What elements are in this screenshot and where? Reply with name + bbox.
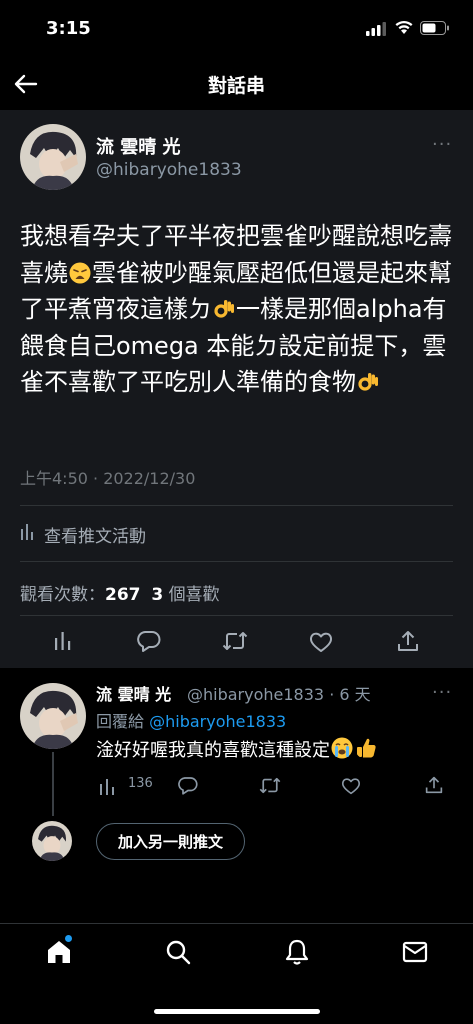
share-icon[interactable]: [397, 629, 419, 653]
bar-chart-icon[interactable]: [52, 630, 74, 652]
wifi-icon: [395, 20, 413, 34]
reply-author-handle-and-time[interactable]: @hibaryohe1833 · 6 天: [187, 681, 371, 705]
tweet-text: 我想看孕夫了平半夜把雲雀吵醒說想吃壽喜燒 雲雀被吵醒氣壓超低但還是起來幫了平煮宵夜…: [20, 218, 460, 401]
reply-text: 淦好好喔我真的喜歡這種設定: [96, 736, 378, 762]
bell-icon[interactable]: [284, 938, 310, 966]
home-indicator: [154, 1009, 320, 1014]
notification-dot: [65, 935, 72, 942]
reply-views-count: 136: [128, 776, 153, 791]
replying-to-label: 回覆給: [96, 712, 145, 731]
speech-bubble-icon[interactable]: [137, 630, 161, 652]
heart-icon[interactable]: [309, 631, 333, 653]
battery-icon: [420, 21, 449, 35]
avatar[interactable]: [20, 124, 86, 190]
replying-to: 回覆給 @hibaryohe1833: [96, 708, 286, 732]
views-label: 觀看次數：: [20, 585, 105, 605]
reply-time: · 6 天: [329, 685, 371, 704]
crying-face-emoji-icon: [331, 737, 353, 759]
tweet-timestamp: 上午4:50 · 2022/12/30: [20, 469, 196, 488]
search-icon[interactable]: [165, 939, 191, 965]
view-tweet-activity-link[interactable]: 查看推文活動: [44, 522, 146, 547]
heart-icon[interactable]: [341, 777, 361, 795]
thread-line: [52, 752, 54, 816]
views-count: 267: [105, 585, 141, 605]
page-title: 對話串: [207, 75, 265, 97]
more-options-icon[interactable]: ···: [432, 134, 452, 155]
divider: [20, 615, 453, 616]
divider: [20, 561, 453, 562]
add-another-tweet-button[interactable]: 加入另一則推文: [96, 823, 245, 860]
author-name[interactable]: 流 雲晴 光: [96, 133, 181, 159]
reply-author-handle[interactable]: @hibaryohe1833: [187, 685, 324, 704]
weary-face-emoji-icon: [69, 262, 91, 283]
share-icon[interactable]: [425, 775, 443, 795]
home-icon[interactable]: [46, 939, 72, 965]
likes-label[interactable]: 個喜歡: [169, 585, 220, 605]
retweet-icon[interactable]: [222, 630, 248, 652]
envelope-icon[interactable]: [402, 941, 428, 963]
tweet-stats: 觀看次數：267 3 個喜歡: [20, 580, 220, 605]
speech-bubble-icon[interactable]: [178, 776, 198, 795]
divider: [20, 505, 453, 506]
author-handle[interactable]: @hibaryohe1833: [96, 160, 242, 180]
cellular-signal-icon: [366, 22, 386, 36]
reply-text-content: 淦好好喔我真的喜歡這種設定: [96, 740, 330, 761]
reply-author-name[interactable]: 流 雲晴 光: [96, 681, 171, 705]
avatar: [32, 821, 72, 861]
bar-chart-icon[interactable]: [99, 778, 117, 795]
avatar[interactable]: [20, 683, 86, 749]
likes-count[interactable]: 3: [151, 585, 163, 605]
ok-hand-emoji-icon: [214, 300, 234, 318]
retweet-icon[interactable]: [259, 776, 281, 795]
more-options-icon[interactable]: ···: [432, 682, 452, 703]
ok-hand-emoji-icon: [358, 373, 378, 391]
bar-chart-icon: [21, 524, 33, 540]
thumbs-up-emoji-icon: [357, 738, 376, 758]
status-bar: 3:15: [0, 0, 473, 60]
replying-to-handle-link[interactable]: @hibaryohe1833: [149, 712, 286, 731]
status-time: 3:15: [46, 18, 91, 39]
